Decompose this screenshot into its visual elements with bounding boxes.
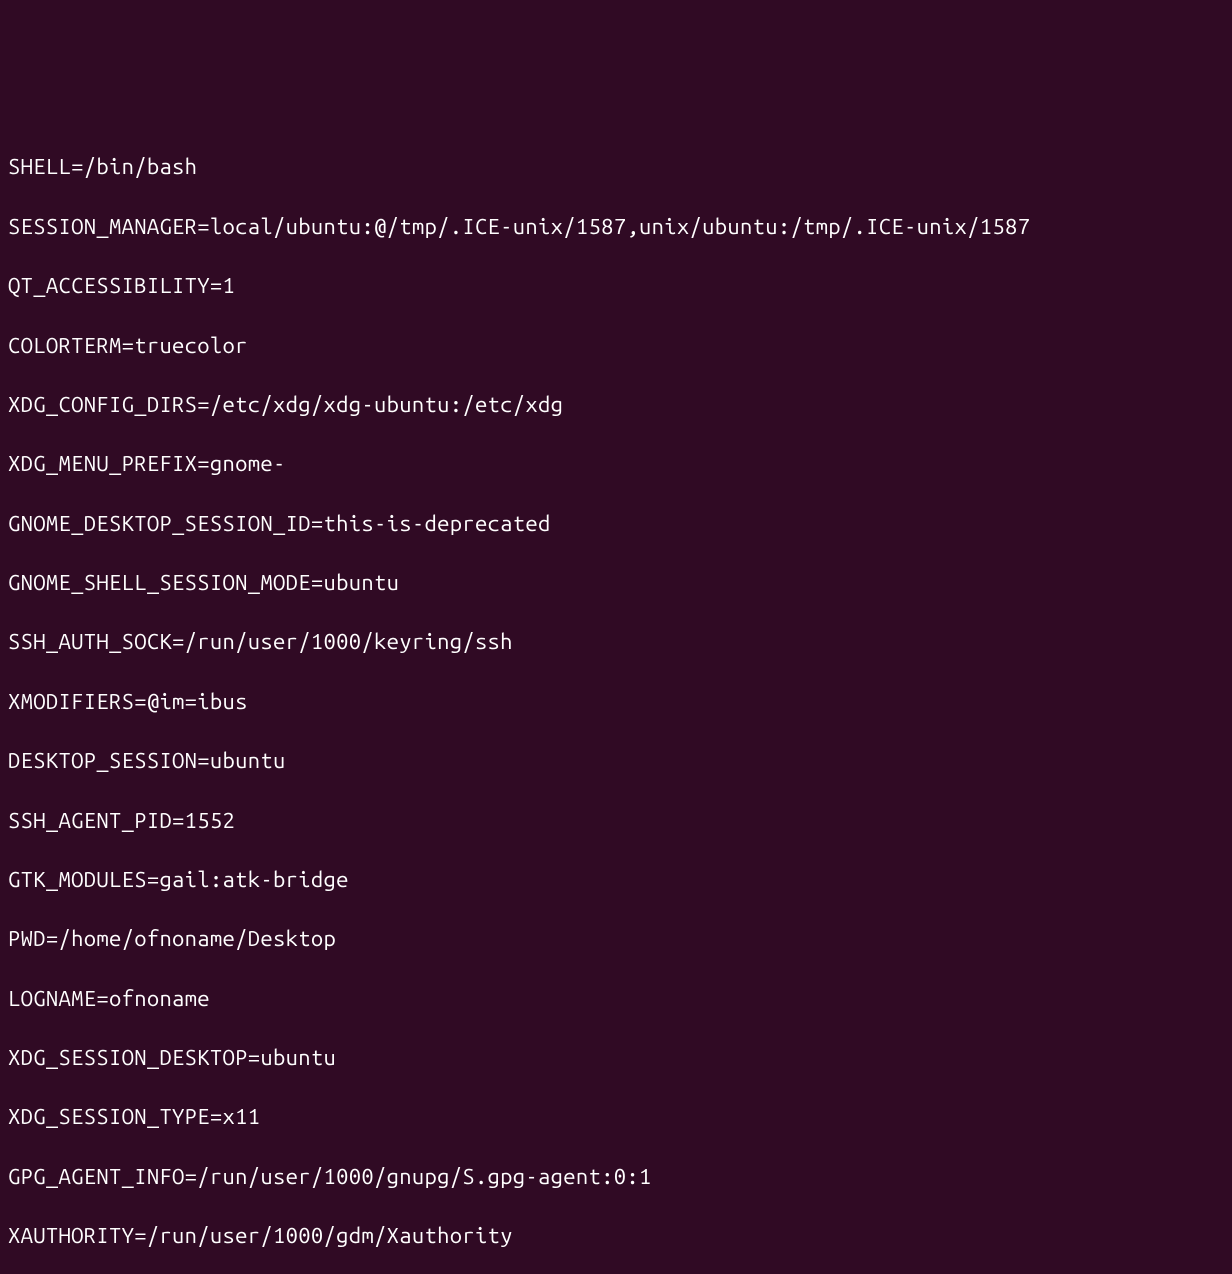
- env-line: LOGNAME=ofnoname: [8, 984, 1224, 1014]
- terminal-output[interactable]: SHELL=/bin/bash SESSION_MANAGER=local/ub…: [8, 123, 1224, 1274]
- env-line: XDG_SESSION_TYPE=x11: [8, 1102, 1224, 1132]
- env-line: XDG_MENU_PREFIX=gnome-: [8, 449, 1224, 479]
- env-line: XAUTHORITY=/run/user/1000/gdm/Xauthority: [8, 1221, 1224, 1251]
- env-line: COLORTERM=truecolor: [8, 331, 1224, 361]
- env-line: XDG_CONFIG_DIRS=/etc/xdg/xdg-ubuntu:/etc…: [8, 390, 1224, 420]
- env-line: GNOME_DESKTOP_SESSION_ID=this-is-depreca…: [8, 509, 1224, 539]
- env-line: SSH_AUTH_SOCK=/run/user/1000/keyring/ssh: [8, 627, 1224, 657]
- env-line: QT_ACCESSIBILITY=1: [8, 271, 1224, 301]
- env-line: PWD=/home/ofnoname/Desktop: [8, 924, 1224, 954]
- env-line: XDG_SESSION_DESKTOP=ubuntu: [8, 1043, 1224, 1073]
- env-line: GTK_MODULES=gail:atk-bridge: [8, 865, 1224, 895]
- env-line: GPG_AGENT_INFO=/run/user/1000/gnupg/S.gp…: [8, 1162, 1224, 1192]
- env-line: DESKTOP_SESSION=ubuntu: [8, 746, 1224, 776]
- env-line: SESSION_MANAGER=local/ubuntu:@/tmp/.ICE-…: [8, 212, 1224, 242]
- env-line: SHELL=/bin/bash: [8, 152, 1224, 182]
- env-line: SSH_AGENT_PID=1552: [8, 806, 1224, 836]
- env-line: XMODIFIERS=@im=ibus: [8, 687, 1224, 717]
- env-line: GNOME_SHELL_SESSION_MODE=ubuntu: [8, 568, 1224, 598]
